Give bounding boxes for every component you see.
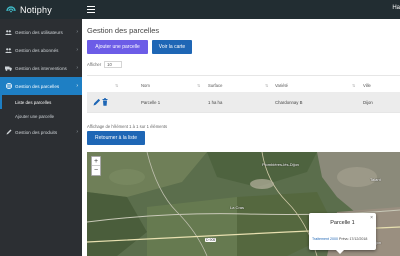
chevron-right-icon: › bbox=[76, 65, 78, 71]
map-popup[interactable]: × Parcelle 1 Traitement 2000 Prévu 17/12… bbox=[309, 213, 376, 254]
popup-details: Traitement 2000 Prévu 17/12/2018 bbox=[312, 237, 376, 241]
road-shield: D 905 bbox=[205, 238, 217, 242]
cell-surface: 1 ha ha bbox=[208, 100, 223, 105]
view-map-button[interactable]: Voir la carte bbox=[152, 40, 192, 54]
treatment-date: 17/12/2018 bbox=[349, 237, 368, 241]
map-label-plombieres: Plombières-lès-Dijon bbox=[262, 162, 299, 167]
menu-toggle-icon[interactable] bbox=[87, 6, 95, 13]
divider bbox=[87, 112, 400, 113]
sort-icon[interactable]: ⇅ bbox=[352, 83, 355, 88]
chevron-right-icon: › bbox=[76, 83, 78, 89]
sort-icon[interactable]: ⇅ bbox=[265, 83, 268, 88]
cell-nom: Parcelle 1 bbox=[141, 100, 161, 105]
back-to-list-button[interactable]: Retourner à la liste bbox=[87, 131, 145, 145]
map-label-la-cras: La Cras bbox=[230, 205, 245, 210]
sidebar-item-label: Gestion des produits bbox=[15, 129, 58, 135]
parcels-table: ⇅ Nom ⇅ Surface ⇅ Variété ⇅ Ville Parcel… bbox=[87, 75, 400, 129]
sidebar-item-label: Gestion des abonnés bbox=[15, 47, 59, 53]
sidebar-item-users[interactable]: Gestion des utilisateurs › bbox=[0, 23, 82, 41]
edit-icon[interactable] bbox=[93, 98, 101, 106]
zoom-control: + − bbox=[91, 156, 101, 176]
column-header-nom[interactable]: Nom bbox=[141, 83, 150, 88]
sort-icon[interactable]: ⇅ bbox=[197, 83, 200, 88]
sidebar-item-parcels[interactable]: Gestion des parcelles › bbox=[0, 77, 82, 95]
treatment-link[interactable]: Traitement 2000 bbox=[312, 237, 338, 241]
sidebar-item-products[interactable]: Gestion des produits › bbox=[0, 123, 82, 141]
table-header: ⇅ Nom ⇅ Surface ⇅ Variété ⇅ Ville bbox=[87, 75, 400, 92]
treatment-status: Prévu bbox=[339, 237, 349, 241]
zoom-in-button[interactable]: + bbox=[92, 157, 100, 166]
users-icon bbox=[5, 47, 12, 53]
top-bar: Notiphy Ha bbox=[0, 0, 400, 19]
sort-icon[interactable]: ⇅ bbox=[115, 83, 118, 88]
app-logo[interactable]: Notiphy bbox=[6, 4, 52, 16]
cell-ville: Dijon bbox=[363, 100, 373, 105]
table-info: Affichage de l'élément 1 à 1 sur 1 éléme… bbox=[87, 124, 168, 129]
page-title: Gestion des parcelles bbox=[87, 26, 160, 35]
page-length-control: Afficher 10 bbox=[87, 61, 125, 68]
delete-icon[interactable] bbox=[102, 98, 108, 106]
popup-pointer bbox=[336, 250, 344, 254]
chevron-right-icon: › bbox=[76, 129, 78, 135]
sidebar-item-subscribers[interactable]: Gestion des abonnés › bbox=[0, 41, 82, 59]
column-header-variete[interactable]: Variété bbox=[275, 83, 288, 88]
show-label: Afficher bbox=[87, 62, 102, 67]
pencil-icon bbox=[5, 129, 12, 135]
app-name: Notiphy bbox=[20, 5, 52, 15]
globe-icon bbox=[5, 83, 12, 89]
add-parcel-button[interactable]: Ajouter une parcelle bbox=[87, 40, 148, 54]
cell-variete: Chardonnay B bbox=[275, 100, 303, 105]
map-label-talant: Talant bbox=[370, 177, 381, 182]
sidebar-item-label: Gestion des parcelles bbox=[15, 83, 60, 89]
chevron-right-icon: › bbox=[76, 29, 78, 35]
main-content: Gestion des parcelles Ajouter une parcel… bbox=[82, 19, 400, 256]
sidebar-item-label: Gestion des interventions bbox=[15, 65, 67, 71]
sidebar-item-label: Gestion des utilisateurs bbox=[15, 29, 63, 35]
user-menu[interactable]: Ha bbox=[392, 5, 400, 11]
column-header-ville[interactable]: Ville bbox=[363, 83, 371, 88]
popup-title: Parcelle 1 bbox=[330, 220, 355, 226]
sidebar-item-interventions[interactable]: Gestion des interventions › bbox=[0, 59, 82, 77]
table-row[interactable]: Parcelle 1 1 ha ha Chardonnay B Dijon bbox=[87, 92, 400, 112]
logo-icon bbox=[6, 6, 16, 13]
column-header-surface[interactable]: Surface bbox=[208, 83, 222, 88]
users-icon bbox=[5, 29, 12, 35]
chevron-right-icon: › bbox=[76, 47, 78, 53]
zoom-out-button[interactable]: − bbox=[92, 166, 100, 175]
sidebar-subitem-parcel-list[interactable]: Liste des parcelles bbox=[0, 95, 82, 109]
sidebar: Gestion des utilisateurs › Gestion des a… bbox=[0, 19, 82, 256]
sidebar-subitem-add-parcel[interactable]: Ajouter une parcelle bbox=[0, 109, 82, 123]
page-length-select[interactable]: 10 bbox=[104, 61, 123, 68]
truck-icon bbox=[5, 65, 12, 71]
